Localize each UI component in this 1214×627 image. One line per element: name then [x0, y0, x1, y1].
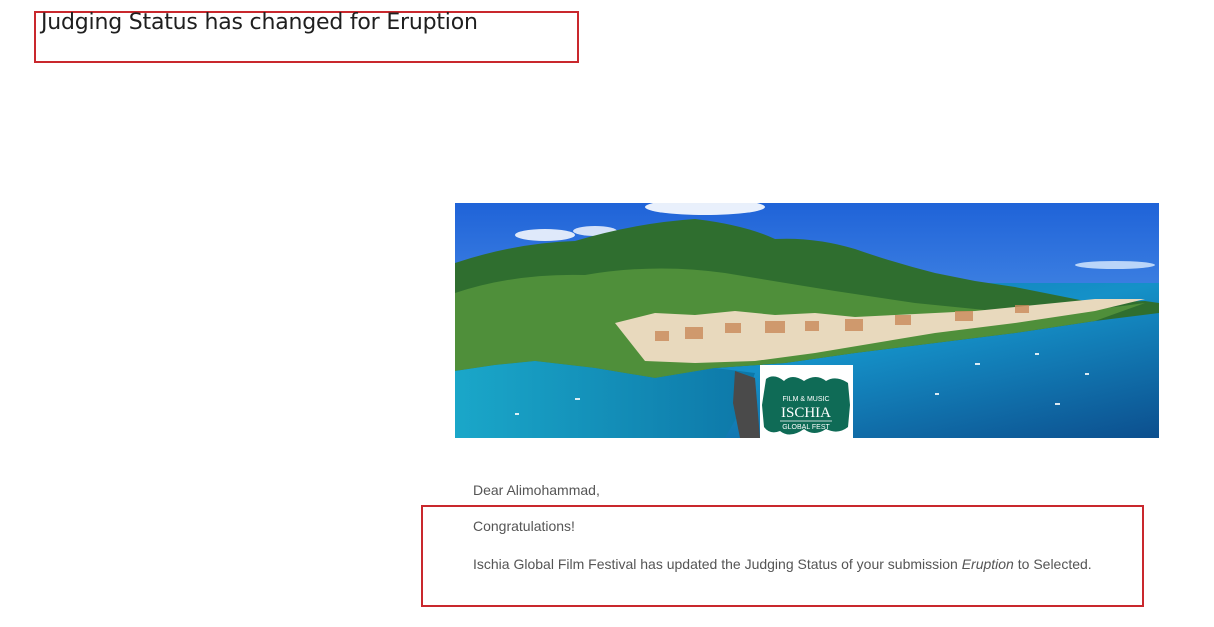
ischia-global-fest-logo: FILM & MUSIC ISCHIA GLOBAL FEST — [760, 365, 853, 445]
logo-line-3: GLOBAL FEST — [782, 424, 830, 431]
logo-line-1: FILM & MUSIC — [782, 396, 829, 403]
greeting-text: Dear Alimohammad, — [473, 482, 600, 498]
email-subject: Judging Status has changed for Eruption — [41, 10, 478, 35]
logo-line-2: ISCHIA — [781, 405, 831, 421]
message-highlight-box — [421, 505, 1144, 607]
